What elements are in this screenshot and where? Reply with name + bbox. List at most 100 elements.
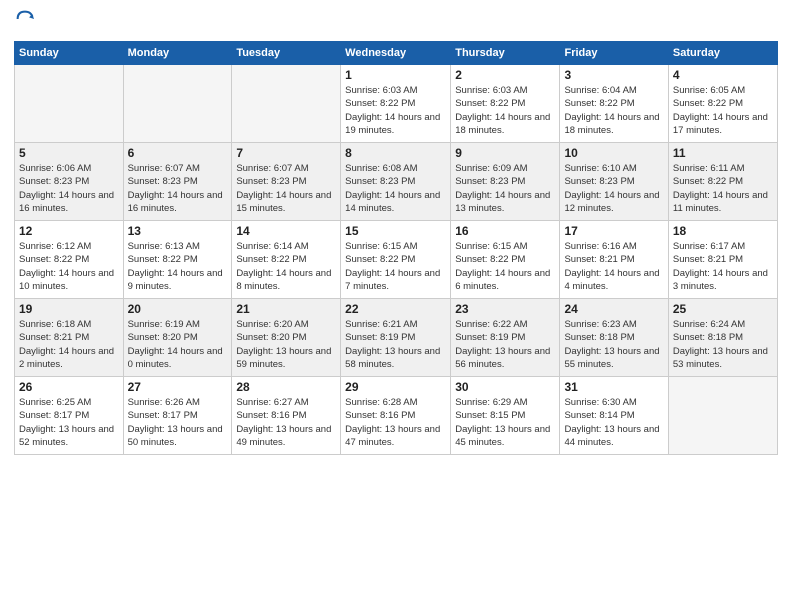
day-info: Sunrise: 6:30 AM Sunset: 8:14 PM Dayligh…	[564, 396, 663, 449]
calendar-cell: 25 Sunrise: 6:24 AM Sunset: 8:18 PM Dayli…	[668, 299, 777, 377]
day-info: Sunrise: 6:23 AM Sunset: 8:18 PM Dayligh…	[564, 318, 663, 371]
day-info: Sunrise: 6:22 AM Sunset: 8:19 PM Dayligh…	[455, 318, 555, 371]
calendar-cell: 5 Sunrise: 6:06 AM Sunset: 8:23 PM Daylig…	[15, 143, 124, 221]
calendar-cell: 11Sunrise: 6:11 AM Sunset: 8:22 PM Dayli…	[668, 143, 777, 221]
calendar-cell: 22 Sunrise: 6:21 AM Sunset: 8:19 PM Dayli…	[341, 299, 451, 377]
day-number: 23	[455, 302, 555, 316]
day-number: 26	[19, 380, 119, 394]
day-info: Sunrise: 6:15 AM Sunset: 8:22 PM Dayligh…	[455, 240, 555, 293]
day-number: 22	[345, 302, 446, 316]
day-number: 30	[455, 380, 555, 394]
calendar-cell: 30 Sunrise: 6:29 AM Sunset: 8:15 PM Dayli…	[451, 377, 560, 455]
calendar-cell: 13 Sunrise: 6:13 AM Sunset: 8:22 PM Dayli…	[123, 221, 232, 299]
day-number: 5	[19, 146, 119, 160]
day-number: 1	[345, 68, 446, 82]
weekday-header-thursday: Thursday	[451, 42, 560, 65]
day-number: 7	[236, 146, 336, 160]
day-info: Sunrise: 6:12 AM Sunset: 8:22 PM Dayligh…	[19, 240, 119, 293]
calendar-cell: 16 Sunrise: 6:15 AM Sunset: 8:22 PM Dayli…	[451, 221, 560, 299]
day-number: 3	[564, 68, 663, 82]
day-info: Sunrise: 6:26 AM Sunset: 8:17 PM Dayligh…	[128, 396, 228, 449]
calendar-cell: 28Sunrise: 6:27 AM Sunset: 8:16 PM Dayli…	[232, 377, 341, 455]
day-number: 15	[345, 224, 446, 238]
weekday-header-wednesday: Wednesday	[341, 42, 451, 65]
day-info: Sunrise: 6:24 AM Sunset: 8:18 PM Dayligh…	[673, 318, 773, 371]
day-number: 29	[345, 380, 446, 394]
day-number: 17	[564, 224, 663, 238]
day-number: 9	[455, 146, 555, 160]
day-info: Sunrise: 6:21 AM Sunset: 8:19 PM Dayligh…	[345, 318, 446, 371]
calendar-cell: 9 Sunrise: 6:09 AM Sunset: 8:23 PM Daylig…	[451, 143, 560, 221]
day-info: Sunrise: 6:25 AM Sunset: 8:17 PM Dayligh…	[19, 396, 119, 449]
calendar-cell: 14 Sunrise: 6:14 AM Sunset: 8:22 PM Dayli…	[232, 221, 341, 299]
day-info: Sunrise: 6:10 AM Sunset: 8:23 PM Dayligh…	[564, 162, 663, 215]
day-info: Sunrise: 6:11 AM Sunset: 8:22 PM Dayligh…	[673, 162, 773, 215]
day-number: 25	[673, 302, 773, 316]
calendar-cell: 20 Sunrise: 6:19 AM Sunset: 8:20 PM Dayli…	[123, 299, 232, 377]
day-number: 13	[128, 224, 228, 238]
day-number: 16	[455, 224, 555, 238]
calendar-cell: 6 Sunrise: 6:07 AM Sunset: 8:23 PM Daylig…	[123, 143, 232, 221]
calendar-cell: 15 Sunrise: 6:15 AM Sunset: 8:22 PM Dayli…	[341, 221, 451, 299]
calendar-cell	[232, 65, 341, 143]
calendar-cell: 27 Sunrise: 6:26 AM Sunset: 8:17 PM Dayli…	[123, 377, 232, 455]
day-info: Sunrise: 6:16 AM Sunset: 8:21 PM Dayligh…	[564, 240, 663, 293]
day-info: Sunrise: 6:08 AM Sunset: 8:23 PM Dayligh…	[345, 162, 446, 215]
day-info: Sunrise: 6:27 AM Sunset: 8:16 PM Dayligh…	[236, 396, 336, 449]
day-info: Sunrise: 6:03 AM Sunset: 8:22 PM Dayligh…	[345, 84, 446, 137]
calendar-cell	[668, 377, 777, 455]
day-number: 27	[128, 380, 228, 394]
day-number: 8	[345, 146, 446, 160]
day-number: 4	[673, 68, 773, 82]
day-number: 20	[128, 302, 228, 316]
calendar-cell: 10 Sunrise: 6:10 AM Sunset: 8:23 PM Dayli…	[560, 143, 668, 221]
calendar-cell: 12 Sunrise: 6:12 AM Sunset: 8:22 PM Dayli…	[15, 221, 124, 299]
day-info: Sunrise: 6:17 AM Sunset: 8:21 PM Dayligh…	[673, 240, 773, 293]
page-header	[14, 10, 778, 33]
day-info: Sunrise: 6:07 AM Sunset: 8:23 PM Dayligh…	[128, 162, 228, 215]
logo-icon	[16, 10, 34, 28]
day-number: 12	[19, 224, 119, 238]
weekday-header-friday: Friday	[560, 42, 668, 65]
day-info: Sunrise: 6:06 AM Sunset: 8:23 PM Dayligh…	[19, 162, 119, 215]
calendar-cell: 1 Sunrise: 6:03 AM Sunset: 8:22 PM Daylig…	[341, 65, 451, 143]
calendar-cell: 18 Sunrise: 6:17 AM Sunset: 8:21 PM Dayli…	[668, 221, 777, 299]
day-info: Sunrise: 6:03 AM Sunset: 8:22 PM Dayligh…	[455, 84, 555, 137]
day-info: Sunrise: 6:29 AM Sunset: 8:15 PM Dayligh…	[455, 396, 555, 449]
calendar-cell	[123, 65, 232, 143]
calendar-cell: 3 Sunrise: 6:04 AM Sunset: 8:22 PM Daylig…	[560, 65, 668, 143]
calendar-cell: 31 Sunrise: 6:30 AM Sunset: 8:14 PM Dayli…	[560, 377, 668, 455]
day-number: 10	[564, 146, 663, 160]
day-info: Sunrise: 6:19 AM Sunset: 8:20 PM Dayligh…	[128, 318, 228, 371]
calendar-cell: 24 Sunrise: 6:23 AM Sunset: 8:18 PM Dayli…	[560, 299, 668, 377]
weekday-header-monday: Monday	[123, 42, 232, 65]
logo	[14, 10, 34, 33]
calendar-cell: 2 Sunrise: 6:03 AM Sunset: 8:22 PM Daylig…	[451, 65, 560, 143]
day-info: Sunrise: 6:28 AM Sunset: 8:16 PM Dayligh…	[345, 396, 446, 449]
day-number: 24	[564, 302, 663, 316]
calendar-cell: 26 Sunrise: 6:25 AM Sunset: 8:17 PM Dayli…	[15, 377, 124, 455]
weekday-header-sunday: Sunday	[15, 42, 124, 65]
day-info: Sunrise: 6:20 AM Sunset: 8:20 PM Dayligh…	[236, 318, 336, 371]
weekday-header-saturday: Saturday	[668, 42, 777, 65]
day-number: 2	[455, 68, 555, 82]
weekday-header-tuesday: Tuesday	[232, 42, 341, 65]
day-number: 18	[673, 224, 773, 238]
day-info: Sunrise: 6:15 AM Sunset: 8:22 PM Dayligh…	[345, 240, 446, 293]
day-info: Sunrise: 6:13 AM Sunset: 8:22 PM Dayligh…	[128, 240, 228, 293]
calendar-cell	[15, 65, 124, 143]
day-info: Sunrise: 6:07 AM Sunset: 8:23 PM Dayligh…	[236, 162, 336, 215]
day-number: 6	[128, 146, 228, 160]
day-info: Sunrise: 6:18 AM Sunset: 8:21 PM Dayligh…	[19, 318, 119, 371]
calendar-table: SundayMondayTuesdayWednesdayThursdayFrid…	[14, 41, 778, 455]
day-info: Sunrise: 6:14 AM Sunset: 8:22 PM Dayligh…	[236, 240, 336, 293]
calendar-cell: 4 Sunrise: 6:05 AM Sunset: 8:22 PM Daylig…	[668, 65, 777, 143]
calendar-cell: 8 Sunrise: 6:08 AM Sunset: 8:23 PM Daylig…	[341, 143, 451, 221]
calendar-cell: 17 Sunrise: 6:16 AM Sunset: 8:21 PM Dayli…	[560, 221, 668, 299]
day-number: 19	[19, 302, 119, 316]
day-info: Sunrise: 6:09 AM Sunset: 8:23 PM Dayligh…	[455, 162, 555, 215]
day-info: Sunrise: 6:04 AM Sunset: 8:22 PM Dayligh…	[564, 84, 663, 137]
day-info: Sunrise: 6:05 AM Sunset: 8:22 PM Dayligh…	[673, 84, 773, 137]
day-number: 31	[564, 380, 663, 394]
day-number: 14	[236, 224, 336, 238]
